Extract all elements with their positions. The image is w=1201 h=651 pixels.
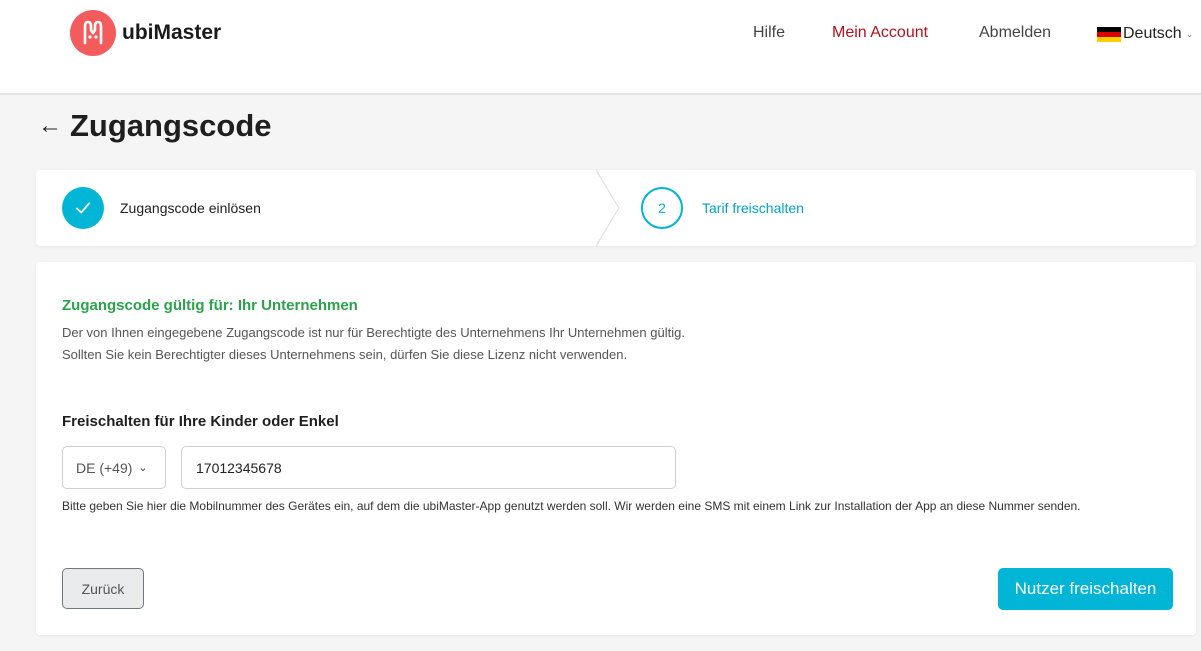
language-label: Deutsch [1123,25,1182,42]
page-header: ← Zugangscode [38,108,272,144]
germany-flag-icon [1097,26,1121,42]
back-button[interactable]: Zurück [62,568,144,609]
arrow-left-icon[interactable]: ← [38,112,70,140]
check-icon [76,202,90,214]
mobile-number-hint: Bitte geben Sie hier die Mobilnummer des… [62,499,1081,513]
brand-name: ubiMaster [122,21,222,44]
country-code-value: DE (+49) [76,459,133,476]
mobile-number-input[interactable] [181,446,676,489]
unlock-user-button[interactable]: Nutzer freischalten [998,568,1173,610]
unlock-section-title: Freischalten für Ihre Kinder oder Enkel [62,413,339,430]
nav-link-logout[interactable]: Abmelden [979,24,1051,42]
page-title: Zugangscode [70,108,272,143]
country-code-select[interactable]: DE (+49) ⌄ [62,446,166,489]
ubimaster-logo-icon [70,10,116,56]
code-validity-title: Zugangscode gültig für: Ihr Unternehmen [62,297,358,314]
nav-link-my-account[interactable]: Mein Account [832,24,928,42]
top-navigation-bar: ubiMaster Hilfe Mein Account Abmelden De… [0,0,1201,95]
progress-stepper: Zugangscode einlösen 2 Tarif freischalte… [36,170,1196,246]
step-2-label: Tarif freischalten [702,200,804,216]
unlock-form-card: Zugangscode gültig für: Ihr Unternehmen … [36,262,1196,635]
step-2-number: 2 [641,187,683,229]
chevron-down-icon: ⌄ [1185,28,1194,39]
step-completed-indicator [62,187,104,229]
chevron-down-icon: ⌄ [138,462,148,474]
code-validity-description-1: Der von Ihnen eingegebene Zugangscode is… [62,325,685,340]
language-selector[interactable]: Deutsch ⌄ [1097,25,1193,43]
code-validity-description-2: Sollten Sie kein Berechtigter dieses Unt… [62,347,628,362]
step-1-label: Zugangscode einlösen [120,200,261,216]
brand-logo[interactable]: ubiMaster [70,10,221,56]
nav-link-help[interactable]: Hilfe [753,24,785,42]
